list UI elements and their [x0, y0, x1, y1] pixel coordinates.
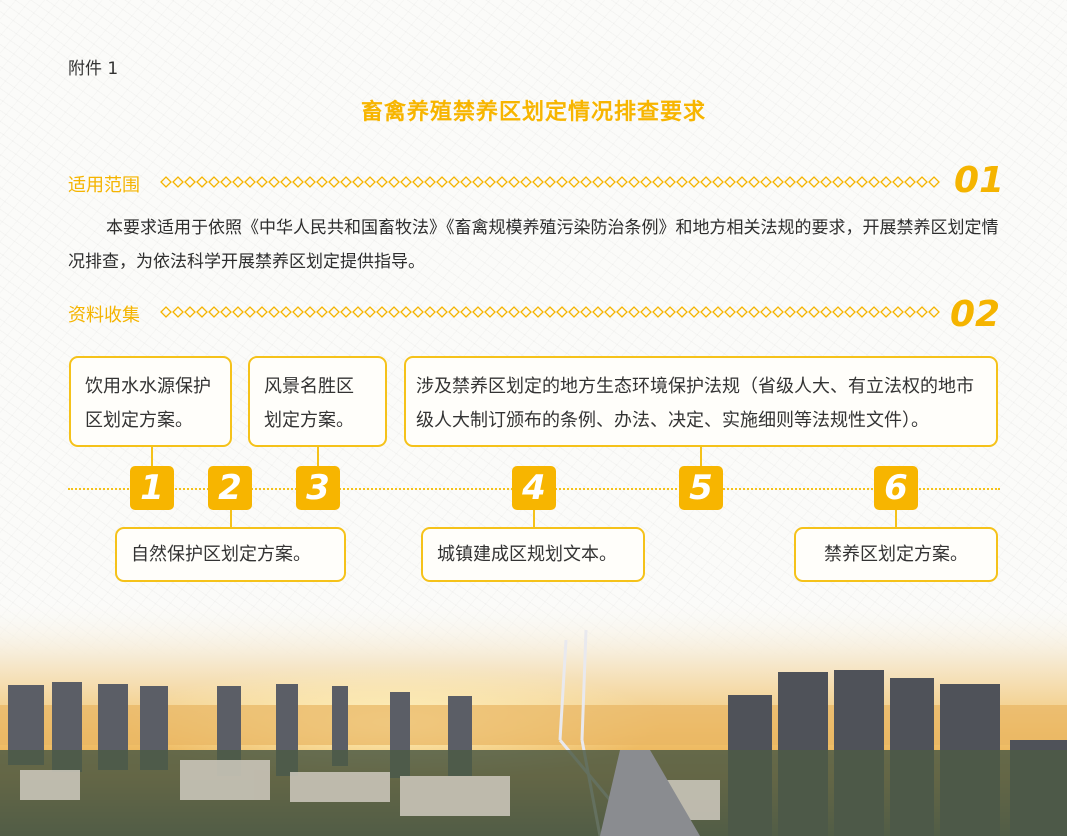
section-title-scope: 适用范围 — [68, 175, 140, 196]
connector-5 — [700, 447, 702, 467]
item-text-3: 风景名胜区划定方案。 — [264, 376, 354, 431]
connector-4 — [533, 510, 535, 527]
item-box-4: 城镇建成区规划文本。 — [421, 527, 645, 582]
page-title: 畜禽养殖禁养区划定情况排查要求 — [360, 100, 706, 125]
badge-3: 3 — [296, 466, 340, 510]
attachment-label: 附件 1 — [68, 59, 119, 79]
section-divider-materials — [160, 306, 940, 318]
connector-3 — [317, 447, 319, 467]
badge-1: 1 — [130, 466, 174, 510]
item-text-1: 饮用水水源保护区划定方案。 — [85, 376, 211, 431]
item-box-3: 风景名胜区划定方案。 — [248, 356, 387, 447]
item-box-6: 禁养区划定方案。 — [794, 527, 998, 582]
badge-6: 6 — [874, 466, 918, 510]
badge-2: 2 — [208, 466, 252, 510]
item-box-5: 涉及禁养区划定的地方生态环境保护法规（省级人大、有立法权的地市级人大制订颁布的条… — [404, 356, 998, 447]
connector-1 — [151, 447, 153, 467]
scope-text: 本要求适用于依照《中华人民共和国畜牧法》《畜禽规模养殖污染防治条例》和地方相关法… — [68, 218, 999, 272]
section-number-02: 02 — [950, 294, 1001, 335]
city-skyline-image — [0, 600, 1067, 836]
section-divider-scope — [160, 176, 940, 188]
item-box-2: 自然保护区划定方案。 — [115, 527, 346, 582]
item-box-1: 饮用水水源保护区划定方案。 — [69, 356, 232, 447]
item-text-4: 城镇建成区规划文本。 — [437, 543, 617, 565]
badge-5: 5 — [679, 466, 723, 510]
item-text-6: 禁养区划定方案。 — [824, 543, 968, 565]
scope-paragraph: 本要求适用于依照《中华人民共和国畜牧法》《畜禽规模养殖污染防治条例》和地方相关法… — [68, 211, 1003, 279]
section-number-01: 01 — [954, 160, 1005, 201]
section-title-materials: 资料收集 — [68, 305, 140, 326]
connector-2 — [230, 510, 232, 527]
item-text-2: 自然保护区划定方案。 — [131, 543, 311, 565]
item-text-5: 涉及禁养区划定的地方生态环境保护法规（省级人大、有立法权的地市级人大制订颁布的条… — [416, 376, 974, 431]
connector-6 — [895, 510, 897, 527]
badge-4: 4 — [512, 466, 556, 510]
